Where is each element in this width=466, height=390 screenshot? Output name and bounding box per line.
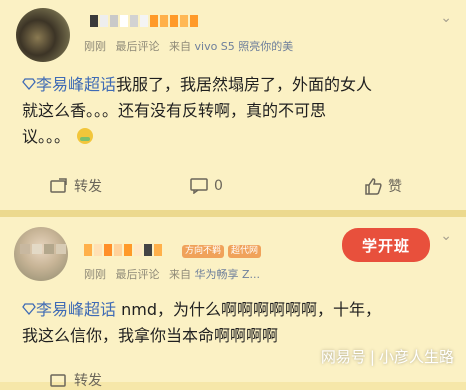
like-button[interactable]: 赞 <box>364 171 402 201</box>
username-blurred[interactable] <box>90 12 210 30</box>
repost-label: 转发 <box>74 179 102 195</box>
level-badge[interactable]: 方向不羁 <box>182 245 225 258</box>
meta-device[interactable]: vivo S5 照亮你的美 <box>195 40 294 53</box>
super-badge[interactable]: 超代网 <box>228 245 262 258</box>
comment-button[interactable]: 0 <box>190 171 223 201</box>
diamond-icon <box>22 78 36 90</box>
body-line-2: 就这么香。。。还有没有反转啊，真的不可思 <box>22 101 327 120</box>
repost-button[interactable]: 转发 <box>50 171 102 201</box>
meta-source-prefix: 来自 <box>169 268 191 281</box>
like-label: 赞 <box>388 179 402 195</box>
meta-time: 刚刚 <box>84 268 106 281</box>
topic-link[interactable]: 李易峰超话 <box>22 300 116 319</box>
watermark: 网易号 | 小彦人生路 <box>320 348 454 366</box>
meta-device[interactable]: 华为畅享 Z... <box>195 268 261 281</box>
watermark-brand: 网易号 <box>320 348 366 366</box>
comment-icon <box>190 178 208 194</box>
topic-label: 李易峰超话 <box>36 300 117 319</box>
repost-icon <box>50 178 67 193</box>
meta-sort: 最后评论 <box>115 40 160 53</box>
repost-icon <box>50 374 66 387</box>
post-meta: 刚刚 最后评论 来自 华为畅享 Z... <box>84 266 260 282</box>
avatar[interactable] <box>14 227 68 281</box>
meta-sort: 最后评论 <box>115 268 160 281</box>
post-card-1: 刚刚 最后评论 来自 vivo S5 照亮你的美 ⌄ 李易峰超话我服了，我居然塌… <box>0 0 466 210</box>
chevron-down-icon[interactable]: ⌄ <box>440 228 452 244</box>
chevron-down-icon[interactable]: ⌄ <box>440 10 452 26</box>
fan-stamp: 学开班 <box>342 228 430 262</box>
watermark-author: 小彦人生路 <box>378 348 454 366</box>
repost-label: 转发 <box>74 373 102 389</box>
diamond-icon <box>22 303 36 315</box>
avatar-mosaic <box>20 244 66 254</box>
body-line-3: 议。。。 <box>22 127 71 146</box>
post-divider <box>0 210 466 217</box>
meta-source-prefix: 来自 <box>169 40 191 53</box>
username-blurred[interactable] <box>84 242 174 260</box>
crying-face-icon <box>77 128 94 144</box>
comment-count: 0 <box>214 178 223 194</box>
post-body: 李易峰超话我服了，我居然塌房了，外面的女人 就这么香。。。还有没有反转啊，真的不… <box>22 72 372 150</box>
meta-time: 刚刚 <box>84 40 106 53</box>
avatar[interactable] <box>16 8 70 62</box>
repost-button[interactable]: 转发 <box>50 370 102 390</box>
action-bar: 转发 0 赞 <box>0 171 466 201</box>
thumbs-up-icon <box>365 177 382 195</box>
post-meta: 刚刚 最后评论 来自 vivo S5 照亮你的美 <box>84 38 293 54</box>
topic-label: 李易峰超话 <box>36 75 117 94</box>
post-body: 李易峰超话 nmd，为什么啊啊啊啊啊啊，十年， 我这么信你，我拿你当本命啊啊啊啊 <box>22 297 381 349</box>
body-line-1: nmd，为什么啊啊啊啊啊啊，十年， <box>116 300 381 319</box>
body-line-1: 我服了，我居然塌房了，外面的女人 <box>116 75 373 94</box>
topic-link[interactable]: 李易峰超话 <box>22 75 116 94</box>
